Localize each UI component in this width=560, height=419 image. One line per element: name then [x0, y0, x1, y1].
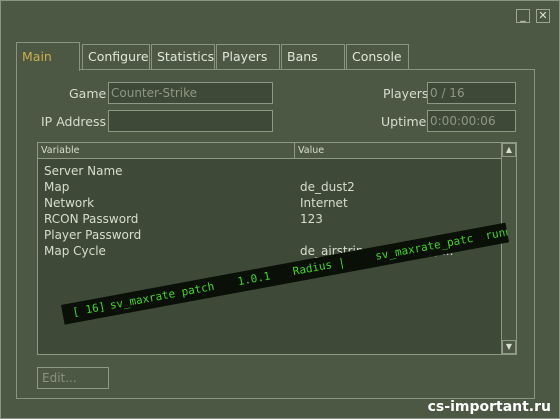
tab-main[interactable]: Main	[16, 42, 80, 71]
ip-address-field[interactable]	[108, 110, 273, 132]
value-cell: 123	[300, 212, 323, 226]
close-button[interactable]: ✕	[536, 9, 550, 23]
variable-cell: Map	[44, 180, 70, 194]
ip-address-label: IP Address	[41, 114, 106, 129]
variable-cell: Player Password	[44, 228, 142, 242]
game-label: Game	[69, 86, 107, 101]
uptime-label: Uptime	[381, 114, 427, 129]
tab-console[interactable]: Console	[346, 44, 409, 70]
tab-statistics[interactable]: Statistics	[151, 44, 215, 70]
minimize-button[interactable]: _	[516, 9, 530, 23]
players-field[interactable]: 0 / 16	[427, 82, 516, 104]
variable-cell: Map Cycle	[44, 244, 106, 258]
tab-configure[interactable]: Configure	[82, 44, 150, 70]
list-scrollbar[interactable]: ▲ ▼	[501, 143, 516, 354]
column-header-value[interactable]: Value	[295, 143, 502, 159]
value-cell: Internet	[300, 196, 348, 210]
tab-players[interactable]: Players	[216, 44, 280, 70]
value-cell: de_dust2	[300, 180, 355, 194]
ticker-status: running	[484, 222, 510, 243]
variable-cell: Server Name	[44, 164, 123, 178]
game-field[interactable]: Counter-Strike	[108, 82, 273, 104]
variable-cell: Network	[44, 196, 95, 210]
uptime-field[interactable]: 0:00:00:06	[427, 110, 516, 132]
players-label: Players	[383, 86, 429, 101]
edit-button[interactable]: Edit...	[37, 367, 109, 389]
column-header-variable[interactable]: Variable	[38, 143, 295, 159]
server-window: _ ✕ Main Configure Statistics Players Ba…	[0, 0, 560, 419]
scroll-down-icon[interactable]: ▼	[502, 340, 516, 354]
scroll-up-icon[interactable]: ▲	[502, 143, 516, 157]
variable-cell: RCON Password	[44, 212, 139, 226]
tab-bans[interactable]: Bans	[281, 44, 345, 70]
site-watermark: cs-important.ru	[427, 399, 551, 415]
